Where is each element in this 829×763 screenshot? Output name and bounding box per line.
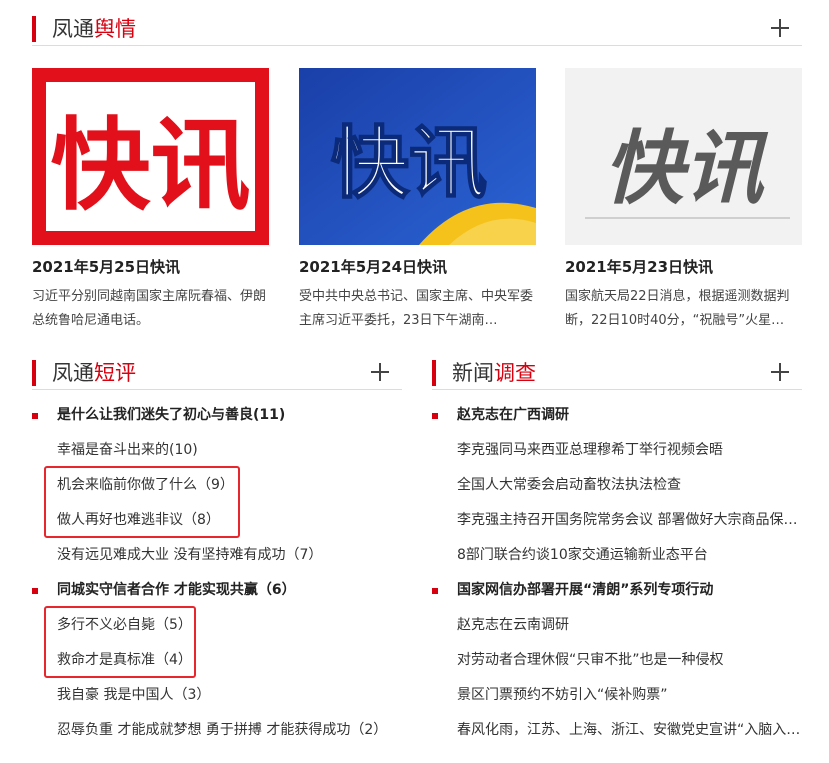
news-card[interactable]: 快讯 2021年5月25日快讯 习近平分别同越南国家主席阮春福、伊朗总统鲁哈尼通… [32,68,269,333]
list-item[interactable]: 李克强主持召开国务院常务会议 部署做好大宗商品保… [432,503,802,538]
thumbnail-text: 快讯 [331,119,487,209]
list-item[interactable]: 8部门联合约谈10家交通运输新业态平台 [432,538,802,573]
news-summary: 习近平分别同越南国家主席阮春福、伊朗总统鲁哈尼通电话。 [32,289,267,328]
more-plus-icon[interactable] [370,362,390,382]
thumbnail-text: 快讯 [51,107,251,224]
commentary-list: 是什么让我们迷失了初心与善良(11) 幸福是奋斗出来的(10) 机会来临前你做了… [32,398,402,748]
list-item[interactable]: 李克强同马来西亚总理穆希丁举行视频会晤 [432,433,802,468]
news-thumbnail[interactable]: 快讯 [299,68,536,245]
list-item[interactable]: 对劳动者合理休假“只审不批”也是一种侵权 [432,643,802,678]
news-summary: 国家航天局22日消息，根据遥测数据判断，22日10时40分，“祝融号”火星… [565,289,790,328]
list-item[interactable]: 我自豪 我是中国人（3） [32,678,402,713]
news-title[interactable]: 2021年5月23日快讯 [565,257,802,277]
list-item[interactable]: 没有远见难成大业 没有坚持难有成功（7） [32,538,402,573]
annotation-highlight-box [44,466,240,538]
section-accent-bar [32,360,36,386]
news-card[interactable]: 快讯 2021年5月24日快讯 受中共中央总书记、国家主席、中央军委主席习近平委… [299,68,536,333]
section-header-duanping: 凤通短评 [32,358,402,390]
news-summary: 受中共中央总书记、国家主席、中央军委主席习近平委托，23日下午湖南… [299,289,534,328]
list-item[interactable]: 赵克志在广西调研 [432,398,802,433]
list-item[interactable]: 国家网信办部署开展“清朗”系列专项行动 [432,573,802,608]
section-title: 新闻调查 [452,361,536,385]
list-item[interactable]: 幸福是奋斗出来的(10) [32,433,402,468]
list-item[interactable]: 赵克志在云南调研 [432,608,802,643]
more-plus-icon[interactable] [770,18,790,38]
news-thumbnail[interactable]: 快讯 [32,68,269,245]
section-accent-bar [432,360,436,386]
section-title: 凤通短评 [52,361,136,385]
list-item[interactable]: 同城实守信者合作 才能实现共赢（6） [32,573,402,608]
thumbnail-text: 快讯 [604,122,769,215]
section-header-yuqing: 凤通舆情 [32,14,802,46]
list-item[interactable]: 是什么让我们迷失了初心与善良(11) [32,398,402,433]
list-item[interactable]: 春风化雨，江苏、上海、浙江、安徽党史宣讲“入脑入… [432,713,802,748]
news-title[interactable]: 2021年5月25日快讯 [32,257,269,277]
section-title: 凤通舆情 [52,17,136,41]
survey-list: 赵克志在广西调研 李克强同马来西亚总理穆希丁举行视频会晤 全国人大常委会启动畜牧… [432,398,802,748]
section-header-diaocha: 新闻调查 [432,358,802,390]
list-item[interactable]: 忍辱负重 才能成就梦想 勇于拼搏 才能获得成功（2） [32,713,402,748]
list-item[interactable]: 全国人大常委会启动畜牧法执法检查 [432,468,802,503]
annotation-highlight-box [44,606,196,678]
list-item[interactable]: 景区门票预约不妨引入“候补购票” [432,678,802,713]
news-thumbnail[interactable]: 快讯 [565,68,802,245]
news-title[interactable]: 2021年5月24日快讯 [299,257,536,277]
more-plus-icon[interactable] [770,362,790,382]
section-accent-bar [32,16,36,42]
news-card[interactable]: 快讯 2021年5月23日快讯 国家航天局22日消息，根据遥测数据判断，22日1… [565,68,802,333]
